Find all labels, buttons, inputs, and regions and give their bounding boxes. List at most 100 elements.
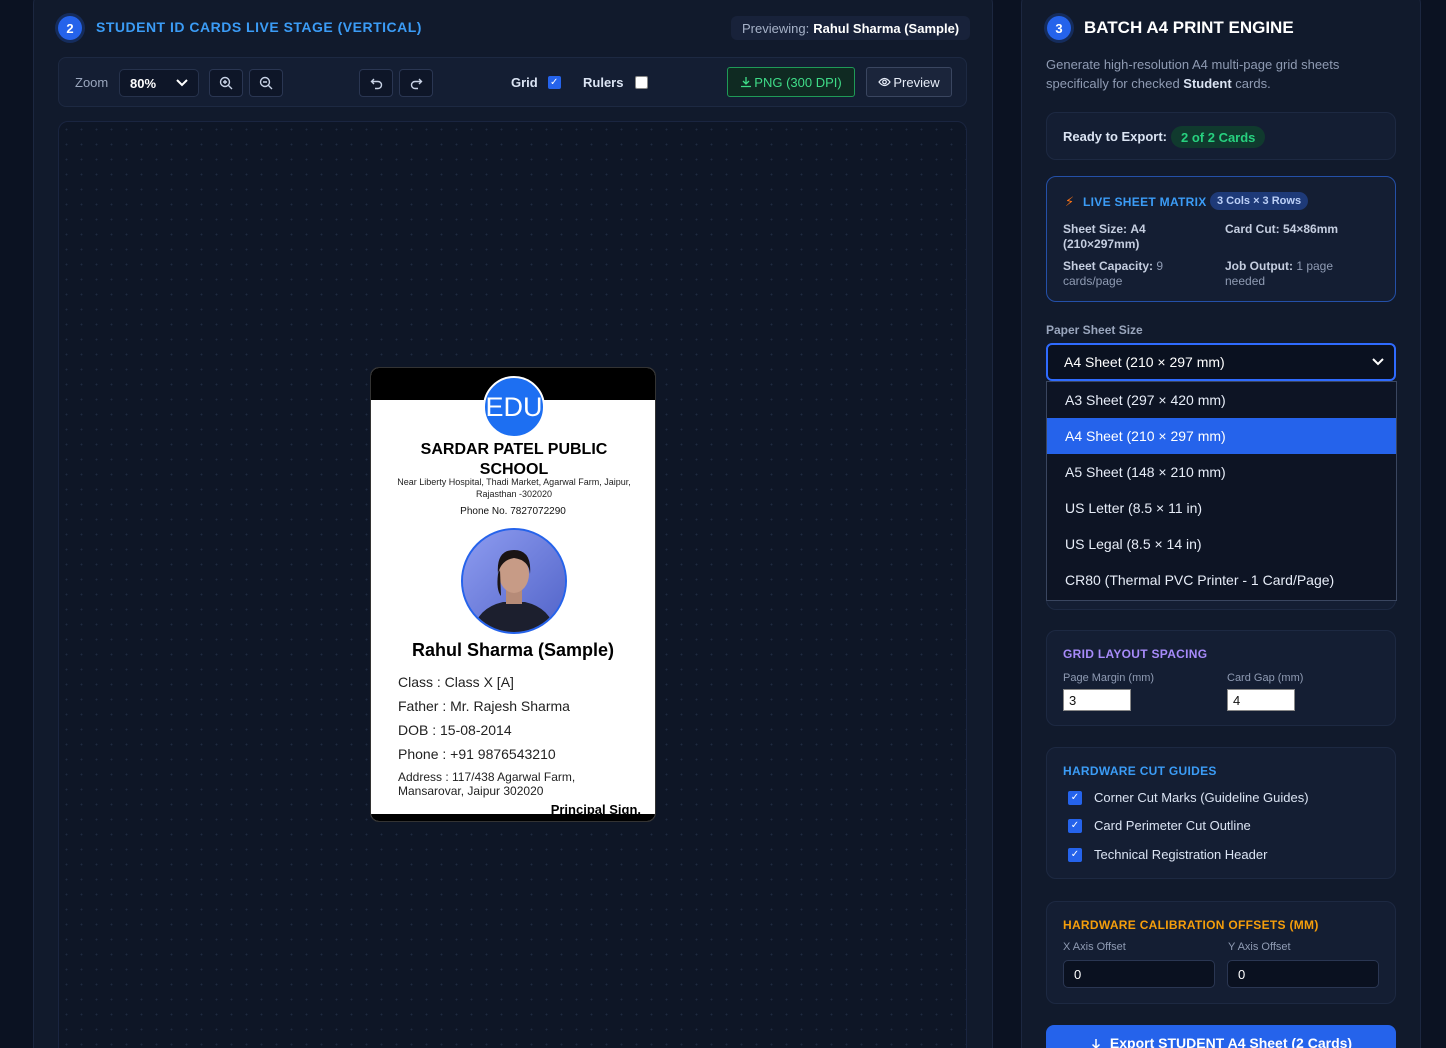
previewing-label: Previewing: — [742, 20, 810, 36]
stage-title: STUDENT ID CARDS LIVE STAGE (VERTICAL) — [96, 19, 422, 35]
zoom-out-icon — [259, 76, 273, 90]
png-label: PNG (300 DPI) — [754, 74, 842, 90]
rulers-label: Rulers — [583, 75, 624, 90]
student-name: Rahul Sharma (Sample) — [411, 640, 615, 660]
page-margin-input[interactable]: 3 — [1063, 689, 1131, 711]
y-offset-label: Y Axis Offset — [1228, 941, 1291, 953]
student-father: Father : Mr. Rajesh Sharma — [398, 698, 570, 714]
undo-icon — [370, 78, 382, 89]
calibration-box: HARDWARE CALIBRATION OFFSETS (MM) X Axis… — [1046, 901, 1396, 1004]
paper-option-a5[interactable]: A5 Sheet (148 × 210 mm) — [1047, 454, 1396, 490]
grid-label: Grid — [511, 75, 538, 90]
bolt-icon: ⚡ — [1065, 194, 1075, 209]
chevron-down-icon — [1372, 358, 1384, 366]
grid-spacing-box: GRID LAYOUT SPACING Page Margin (mm) 3 C… — [1046, 630, 1396, 726]
student-id-card[interactable]: EDU SARDAR PATEL PUBLIC SCHOOL Near Libe… — [370, 367, 656, 822]
zoom-label: Zoom — [75, 75, 109, 90]
paper-option-a4[interactable]: A4 Sheet (210 × 297 mm) — [1047, 418, 1396, 454]
spacing-title: GRID LAYOUT SPACING — [1063, 647, 1208, 661]
student-class: Class : Class X [A] — [398, 674, 514, 690]
sheet-capacity-info: Sheet Capacity: 9 cards/page — [1063, 259, 1203, 289]
card-gap-label: Card Gap (mm) — [1227, 672, 1304, 684]
eye-icon — [878, 77, 892, 87]
x-offset-input[interactable]: 0 — [1063, 960, 1215, 988]
paper-option-us-legal[interactable]: US Legal (8.5 × 14 in) — [1047, 526, 1396, 562]
redo-icon — [410, 78, 422, 89]
paper-size-dropdown: A3 Sheet (297 × 420 mm) A4 Sheet (210 × … — [1046, 381, 1397, 601]
school-phone: Phone No. 7827072290 — [460, 506, 566, 517]
stage-toolbar: Zoom 80% Grid ✓ Rulers PNG (300 DPI) Pre… — [58, 57, 967, 107]
grid-toggle[interactable]: Grid ✓ — [511, 75, 561, 90]
student-photo — [461, 528, 567, 634]
paper-size-value: A4 Sheet (210 × 297 mm) — [1064, 354, 1225, 370]
paper-size-label: Paper Sheet Size — [1046, 323, 1143, 337]
zoom-select[interactable]: 80% — [119, 69, 199, 97]
paper-option-us-letter[interactable]: US Letter (8.5 × 11 in) — [1047, 490, 1396, 526]
student-phone: Phone : +91 9876543210 — [398, 746, 556, 762]
matrix-grid-badge: 3 Cols × 3 Rows — [1210, 192, 1309, 210]
calibration-title: HARDWARE CALIBRATION OFFSETS (MM) — [1063, 918, 1319, 932]
page-margin-label: Page Margin (mm) — [1063, 672, 1155, 684]
cut-guides-title: HARDWARE CUT GUIDES — [1063, 764, 1217, 778]
matrix-title: LIVE SHEET MATRIX — [1083, 195, 1207, 209]
perimeter-cut-label: Card Perimeter Cut Outline — [1094, 818, 1251, 833]
school-logo: EDU — [483, 376, 545, 438]
chevron-down-icon — [176, 79, 188, 87]
perimeter-cut-option[interactable]: ✓ Card Perimeter Cut Outline — [1068, 818, 1251, 833]
registration-header-checkbox[interactable]: ✓ — [1068, 847, 1082, 862]
undo-button[interactable] — [359, 69, 393, 97]
desc-suffix: cards. — [1231, 76, 1271, 91]
export-label: Export STUDENT A4 Sheet (2 Cards) — [1109, 1035, 1353, 1048]
paper-option-a3[interactable]: A3 Sheet (297 × 420 mm) — [1047, 382, 1396, 418]
step-2-badge: 2 — [58, 16, 82, 40]
student-address: Address : 117/438 Agarwal Farm, Mansarov… — [398, 770, 576, 798]
preview-button[interactable]: Preview — [866, 67, 952, 97]
registration-header-option[interactable]: ✓ Technical Registration Header — [1068, 847, 1267, 862]
school-name: SARDAR PATEL PUBLIC SCHOOL — [420, 441, 608, 478]
student-dob: DOB : 15-08-2014 — [398, 722, 512, 738]
grid-checkbox[interactable]: ✓ — [547, 76, 561, 89]
live-sheet-matrix: ⚡ LIVE SHEET MATRIX 3 Cols × 3 Rows Shee… — [1046, 176, 1396, 302]
ready-count-badge: 2 of 2 Cards — [1171, 126, 1266, 148]
output-label: Job Output: — [1225, 259, 1293, 273]
student-portrait-image — [463, 530, 565, 632]
previewing-badge: Previewing: Rahul Sharma (Sample) — [731, 16, 971, 40]
zoom-out-button[interactable] — [249, 69, 283, 97]
sheet-size-label: Sheet Size: — [1063, 222, 1128, 236]
card-gap-input[interactable]: 4 — [1227, 689, 1295, 711]
corner-cut-marks-option[interactable]: ✓ Corner Cut Marks (Guideline Guides) — [1068, 790, 1309, 805]
previewing-name: Rahul Sharma (Sample) — [813, 20, 960, 36]
perimeter-cut-checkbox[interactable]: ✓ — [1068, 818, 1082, 833]
paper-option-cr80[interactable]: CR80 (Thermal PVC Printer - 1 Card/Page) — [1047, 562, 1396, 598]
sheet-size-info: Sheet Size: A4 (210×297mm) — [1063, 222, 1203, 252]
zoom-in-button[interactable] — [209, 69, 243, 97]
engine-description: Generate high-resolution A4 multi-page g… — [1046, 55, 1376, 93]
download-icon — [1091, 1039, 1100, 1048]
desc-bold: Student — [1183, 76, 1232, 91]
zoom-in-icon — [219, 76, 233, 90]
capacity-label: Sheet Capacity: — [1063, 259, 1154, 273]
ready-to-export-box: Ready to Export: 2 of 2 Cards — [1046, 112, 1396, 160]
card-cut-value: 54×86mm — [1283, 222, 1339, 236]
engine-title: BATCH A4 PRINT ENGINE — [1084, 18, 1294, 37]
step-3-badge: 3 — [1047, 16, 1071, 40]
rulers-checkbox[interactable] — [635, 76, 649, 89]
paper-size-select[interactable]: A4 Sheet (210 × 297 mm) — [1046, 343, 1396, 381]
export-png-button[interactable]: PNG (300 DPI) — [727, 67, 855, 97]
x-offset-label: X Axis Offset — [1063, 941, 1126, 953]
corner-cut-label: Corner Cut Marks (Guideline Guides) — [1094, 790, 1309, 805]
cut-guides-box: HARDWARE CUT GUIDES ✓ Corner Cut Marks (… — [1046, 747, 1396, 879]
school-address: Near Liberty Hospital, Thadi Market, Aga… — [397, 477, 631, 499]
rulers-toggle[interactable]: Rulers — [583, 75, 649, 90]
zoom-value: 80% — [130, 75, 157, 91]
y-offset-input[interactable]: 0 — [1227, 960, 1379, 988]
export-a4-sheet-button[interactable]: Export STUDENT A4 Sheet (2 Cards) — [1046, 1025, 1396, 1048]
download-icon — [741, 77, 752, 88]
corner-cut-checkbox[interactable]: ✓ — [1068, 790, 1082, 805]
card-cut-info: Card Cut: 54×86mm — [1225, 222, 1365, 237]
registration-header-label: Technical Registration Header — [1094, 847, 1268, 862]
redo-button[interactable] — [399, 69, 433, 97]
card-footer-band — [371, 814, 655, 821]
ready-label: Ready to Export: — [1063, 129, 1168, 144]
preview-label: Preview — [893, 74, 940, 90]
